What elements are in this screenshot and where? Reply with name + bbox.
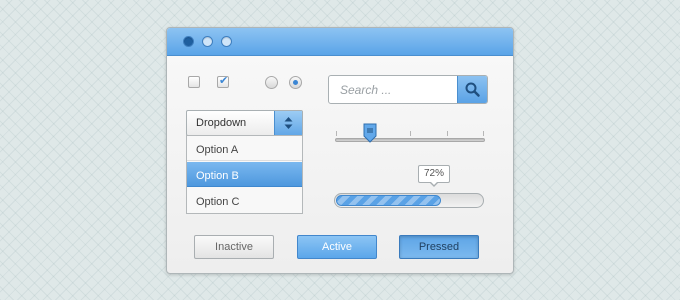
slider-tick [447,131,448,136]
dropdown-options: Option A Option B Option C [186,135,303,214]
tooltip-arrow-fill [430,181,438,185]
radio-unselected[interactable] [265,76,278,89]
dropdown-toggle[interactable] [274,111,302,135]
search-icon [465,82,480,97]
title-bar [167,28,513,56]
slider-track[interactable] [335,138,485,142]
radio-selected[interactable] [289,76,302,89]
checkbox-unchecked[interactable] [188,76,200,88]
window-control-2[interactable] [202,36,213,47]
checkmark-icon: ✔ [219,75,229,87]
slider-handle[interactable] [363,123,377,143]
slider-tick [410,131,411,136]
window-control-3[interactable] [221,36,232,47]
search-button[interactable] [457,76,487,103]
dropdown-label: Dropdown [196,117,247,129]
active-button[interactable]: Active [297,235,377,259]
dropdown-option[interactable]: Option C [187,188,302,213]
search-field[interactable]: Search ... [328,75,488,104]
radio-dot [293,80,298,85]
up-down-arrows-icon [284,117,293,129]
progress-bar [334,193,484,208]
slider-tick [483,131,484,136]
pressed-button[interactable]: Pressed [399,235,479,259]
progress-fill [336,195,441,206]
dropdown-option[interactable]: Option A [187,136,302,161]
ui-kit-window: ✔ Search ... Dropdown Option A Option B … [166,27,514,274]
checkbox-checked[interactable]: ✔ [217,75,229,88]
inactive-button[interactable]: Inactive [194,235,274,259]
dropdown-option-selected[interactable]: Option B [187,162,302,187]
slider-tick [336,131,337,136]
search-input[interactable]: Search ... [340,83,391,97]
window-control-1[interactable] [183,36,194,47]
dropdown-select[interactable]: Dropdown [186,110,303,136]
